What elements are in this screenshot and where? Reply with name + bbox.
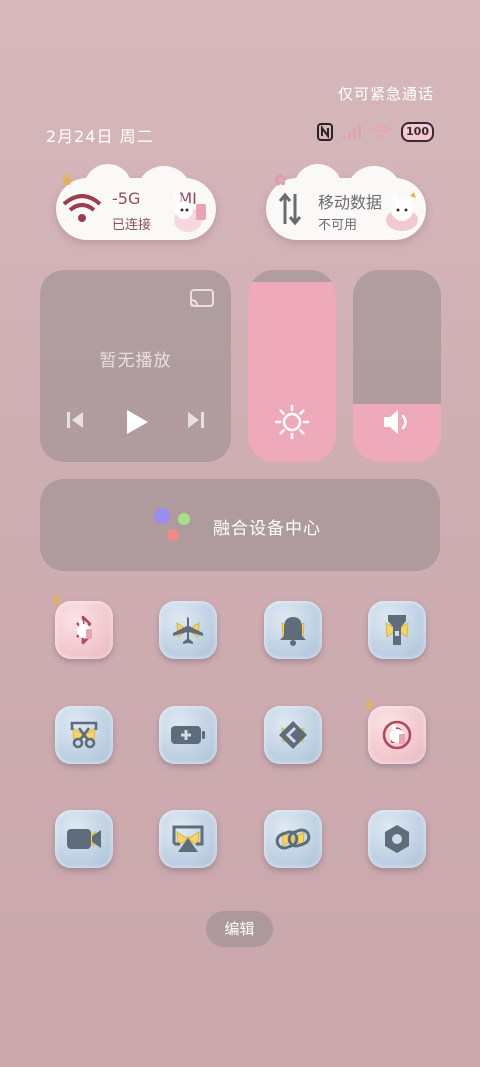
volume-icon [384, 410, 407, 434]
screen-record-icon [67, 829, 101, 849]
airplane-mode-toggle[interactable] [159, 601, 217, 659]
previous-track-icon[interactable] [65, 410, 85, 430]
wifi-status-icon [371, 124, 391, 139]
rotation-lock-toggle[interactable]: ♛ [364, 698, 426, 764]
settings-icon [385, 825, 409, 853]
status-icons: 100 [317, 122, 434, 142]
bunny-sticker-icon [174, 192, 206, 232]
crown-icon: ♛ [51, 593, 63, 608]
nfc-icon [317, 123, 334, 141]
device-hub-button[interactable]: 融合设备中心 [40, 479, 440, 571]
wifi-icon [62, 194, 102, 222]
data-transfer-icon [278, 192, 302, 226]
mute-toggle[interactable] [264, 601, 322, 659]
airplane-icon [173, 617, 203, 644]
bunny-charm-icon [390, 724, 405, 744]
bluetooth-toggle[interactable]: ♛ [51, 593, 113, 659]
wifi-tile[interactable]: -5G MI 已连接 ♛ [56, 164, 216, 240]
crown-icon: ♛ [60, 170, 75, 189]
mobile-data-tile[interactable]: 移动数据 不可用 ✿ [266, 164, 426, 240]
link-icon [275, 828, 311, 850]
mobile-data-title: 移动数据 [318, 193, 383, 212]
mobile-data-status: 不可用 [318, 218, 358, 233]
crown-icon: ♛ [364, 698, 376, 713]
battery-saver-icon [171, 726, 205, 744]
play-icon[interactable] [124, 408, 150, 436]
date-text: 2月24日 周二 [46, 127, 154, 146]
signal-icon [343, 125, 362, 139]
battery-indicator: 100 [401, 122, 434, 142]
cast-icon[interactable] [189, 288, 215, 310]
settings-toggle[interactable] [368, 810, 426, 868]
nfc-share-icon [279, 721, 307, 749]
flashlight-toggle[interactable] [368, 601, 426, 659]
cat-sticker-icon [386, 192, 418, 231]
device-hub-icon [154, 508, 190, 541]
next-track-icon[interactable] [186, 410, 206, 430]
brightness-icon [274, 404, 310, 440]
bow-sticker-icon: ✿ [274, 170, 288, 189]
bell-icon [280, 617, 306, 646]
emergency-call-text: 仅可紧急通话 [337, 85, 434, 103]
screenshot-icon [70, 721, 98, 749]
screen-cast-icon [172, 825, 204, 852]
media-status-text: 暂无播放 [99, 351, 172, 371]
volume-slider[interactable] [353, 270, 441, 462]
flashlight-icon [388, 615, 406, 645]
wifi-status-text: 已连接 [112, 218, 152, 233]
link-toggle[interactable] [264, 810, 322, 868]
screen-record-toggle[interactable] [55, 810, 113, 868]
media-player-card[interactable]: 暂无播放 [40, 270, 231, 462]
device-hub-label: 融合设备中心 [213, 519, 321, 539]
battery-saver-toggle[interactable] [159, 706, 217, 764]
brightness-slider[interactable] [248, 270, 336, 462]
screenshot-toggle[interactable] [55, 706, 113, 764]
nfc-share-toggle[interactable] [264, 706, 322, 764]
bunny-charm-icon [77, 619, 92, 639]
screen-cast-toggle[interactable] [159, 810, 217, 868]
edit-button[interactable]: 编辑 [206, 911, 273, 947]
